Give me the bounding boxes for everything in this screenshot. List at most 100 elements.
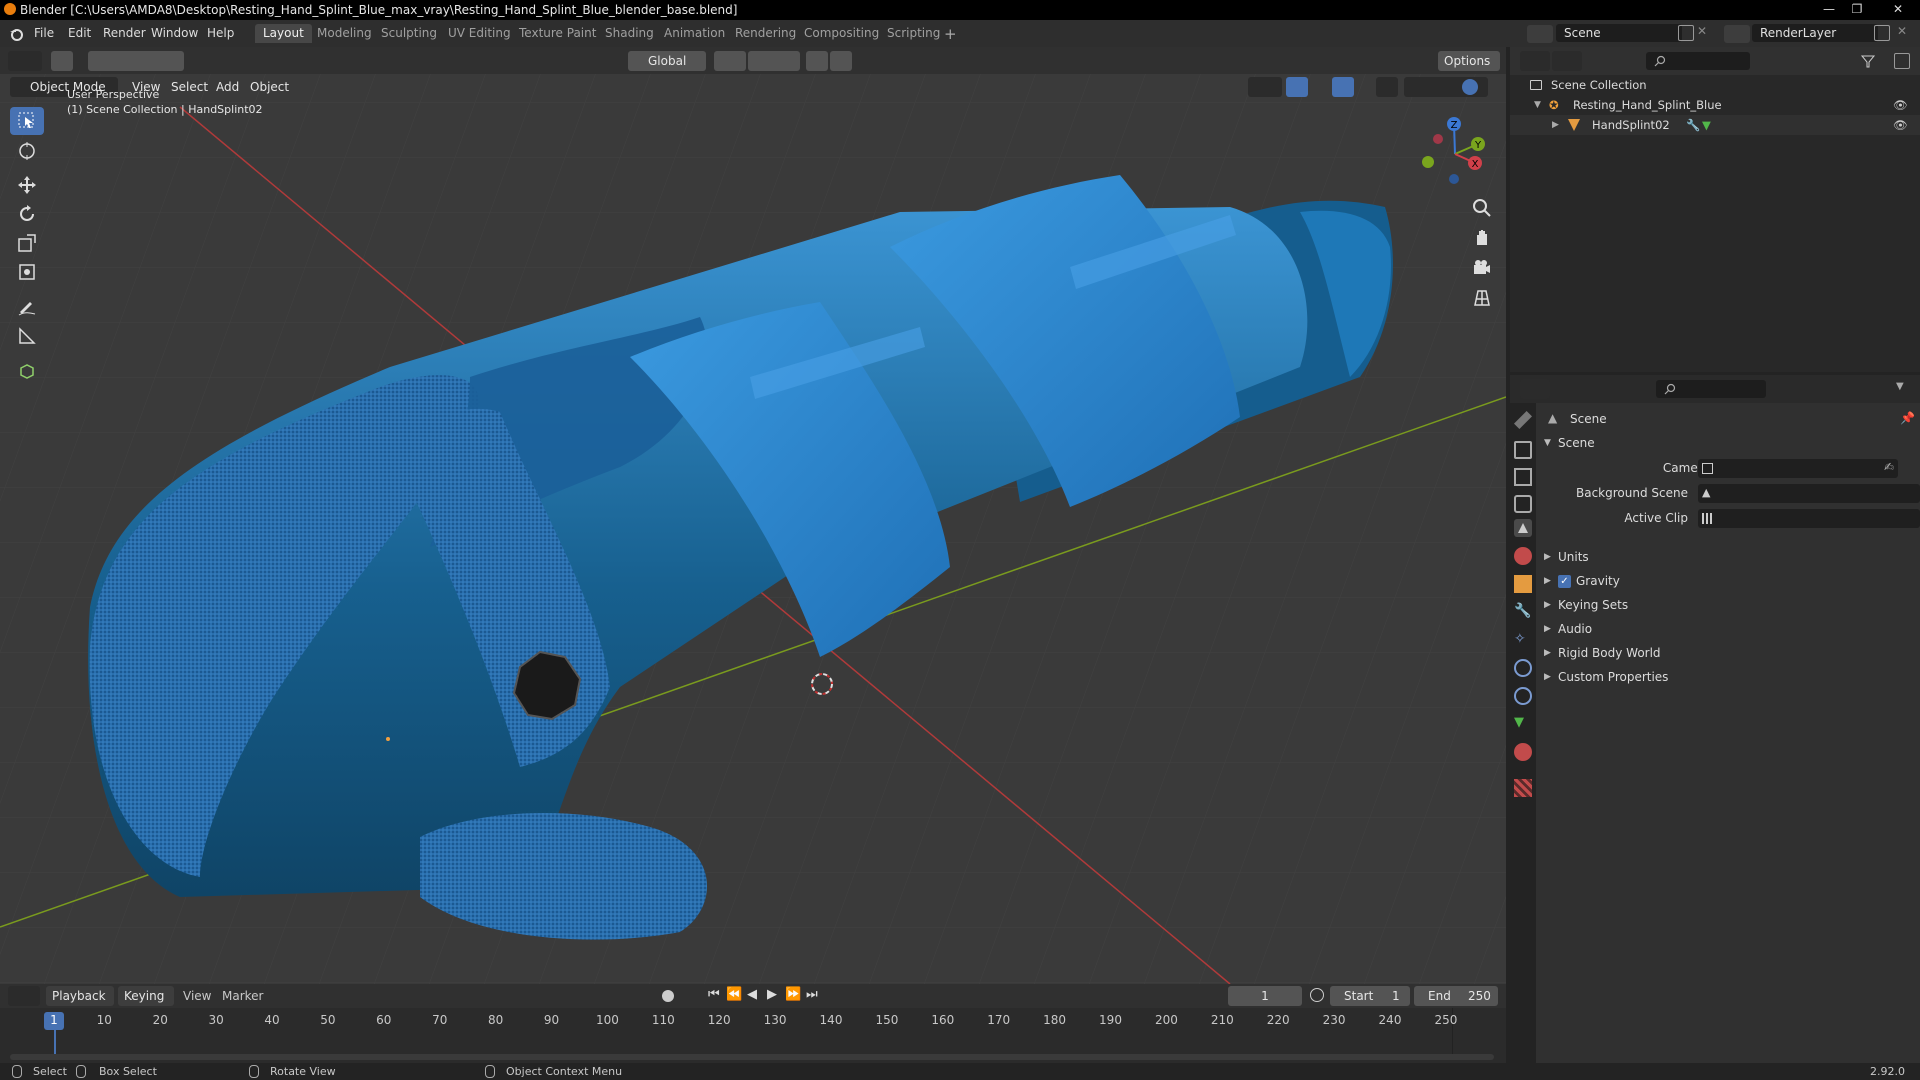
- tab-compositing[interactable]: Compositing: [796, 24, 887, 43]
- camera-view-icon[interactable]: [1469, 255, 1495, 281]
- units-panel[interactable]: Units: [1558, 550, 1589, 564]
- modifier-tab-icon[interactable]: 🔧: [1514, 603, 1532, 621]
- pivot-point-icon[interactable]: [714, 51, 746, 71]
- move-tool[interactable]: [10, 171, 44, 199]
- timeline-editor-type-icon[interactable]: [8, 986, 40, 1006]
- timeline-view-menu[interactable]: View: [183, 989, 211, 1003]
- keying-menu[interactable]: Keying: [118, 986, 174, 1006]
- playback-menu[interactable]: Playback: [46, 986, 114, 1006]
- tab-rendering[interactable]: Rendering: [727, 24, 804, 43]
- display-mode-icon[interactable]: [1552, 51, 1582, 71]
- maximize-button[interactable]: ❐: [1844, 0, 1870, 18]
- scene-browse-icon[interactable]: [1527, 25, 1553, 43]
- measure-tool[interactable]: [10, 322, 44, 350]
- filter-icon[interactable]: [1860, 53, 1884, 69]
- material-tab-icon[interactable]: [1514, 743, 1532, 761]
- material-preview-icon[interactable]: [1462, 79, 1478, 95]
- gravity-panel[interactable]: Gravity: [1576, 574, 1620, 588]
- expand-arrow-icon[interactable]: ▶: [1544, 552, 1551, 562]
- tab-scripting[interactable]: Scripting: [879, 24, 948, 43]
- snap-icon[interactable]: [748, 51, 800, 71]
- audio-panel[interactable]: Audio: [1558, 622, 1592, 636]
- eyedropper-icon[interactable]: ✍: [1884, 460, 1894, 474]
- gizmo-neg-x-icon[interactable]: [1433, 134, 1443, 144]
- overlay-toggle-icon[interactable]: [1332, 77, 1354, 97]
- constraints-tab-icon[interactable]: [1514, 687, 1532, 705]
- menu-edit[interactable]: Edit: [68, 26, 91, 40]
- delete-view-layer-icon[interactable]: ✕: [1897, 24, 1907, 38]
- scale-tool[interactable]: [10, 229, 44, 257]
- expand-arrow-icon[interactable]: ▶: [1544, 648, 1551, 658]
- add-menu[interactable]: Add: [216, 80, 239, 94]
- cursor-tool[interactable]: [10, 137, 44, 165]
- scene-name-field[interactable]: Scene: [1556, 24, 1682, 42]
- physics-tab-icon[interactable]: [1514, 659, 1532, 677]
- tab-shading[interactable]: Shading: [597, 24, 662, 43]
- camera-field[interactable]: ✍: [1698, 459, 1898, 478]
- tab-layout[interactable]: Layout: [255, 24, 312, 43]
- properties-search-input[interactable]: [1656, 380, 1766, 398]
- expand-arrow-icon[interactable]: ▶: [1544, 672, 1551, 682]
- view-layer-browse-icon[interactable]: [1724, 25, 1750, 43]
- gizmo-neg-y-icon[interactable]: [1422, 156, 1434, 168]
- rotate-tool[interactable]: [10, 200, 44, 228]
- output-tab-icon[interactable]: [1514, 468, 1532, 486]
- particles-tab-icon[interactable]: ✧: [1514, 631, 1532, 649]
- menu-file[interactable]: File: [34, 26, 54, 40]
- selection-mode-buttons[interactable]: [88, 51, 184, 71]
- gizmo-neg-z-icon[interactable]: [1449, 174, 1459, 184]
- transform-tool[interactable]: [10, 258, 44, 286]
- pan-hand-icon[interactable]: [1469, 225, 1495, 251]
- timeline-scrollbar[interactable]: [10, 1054, 1494, 1060]
- jump-start-icon[interactable]: ⏮: [708, 987, 720, 1002]
- rigid-body-world-panel[interactable]: Rigid Body World: [1558, 646, 1661, 660]
- perspective-toggle-icon[interactable]: [1469, 285, 1495, 311]
- active-tool-icon[interactable]: [51, 51, 73, 71]
- menu-render[interactable]: Render: [103, 26, 146, 40]
- object-menu[interactable]: Object: [250, 80, 289, 94]
- close-button[interactable]: ✕: [1880, 0, 1916, 18]
- 3d-viewport[interactable]: Global Options Object Mode View Select A…: [0, 47, 1506, 984]
- mesh-data-icon[interactable]: ▼: [1702, 115, 1711, 135]
- outliner-item-mesh[interactable]: ▶ HandSplint02 🔧 ▼ 👁: [1510, 115, 1920, 135]
- current-frame-field[interactable]: 1: [1228, 986, 1302, 1006]
- view-layer-tab-icon[interactable]: [1514, 495, 1532, 513]
- navigation-gizmo[interactable]: Z Y X: [1420, 109, 1500, 189]
- panel-collapse-icon[interactable]: ▼: [1544, 438, 1551, 448]
- outliner-root-row[interactable]: Scene Collection: [1510, 75, 1920, 95]
- world-tab-icon[interactable]: [1514, 547, 1532, 565]
- end-frame-field[interactable]: End 250: [1414, 986, 1498, 1006]
- new-scene-icon[interactable]: [1678, 25, 1694, 41]
- texture-tab-icon[interactable]: [1514, 779, 1532, 797]
- eye-icon[interactable]: 👁: [1893, 95, 1908, 115]
- jump-keyframe-forward-icon[interactable]: ⏩: [785, 987, 801, 1002]
- record-icon[interactable]: [662, 990, 674, 1002]
- start-frame-field[interactable]: Start 1: [1330, 986, 1410, 1006]
- menu-help[interactable]: Help: [207, 26, 234, 40]
- delete-scene-icon[interactable]: ✕: [1697, 24, 1707, 38]
- keying-sets-panel[interactable]: Keying Sets: [1558, 598, 1628, 612]
- render-tab-icon[interactable]: [1514, 441, 1532, 459]
- visibility-icon[interactable]: [1248, 77, 1282, 97]
- tool-tab-icon[interactable]: [1514, 411, 1532, 429]
- jump-keyframe-back-icon[interactable]: ⏪: [726, 987, 742, 1002]
- timeline-ruler[interactable]: 1 10 20 30 40 50 60 70 80 90 100 110 120 130 140 150 160…: [0, 1008, 1506, 1063]
- marker-menu[interactable]: Marker: [222, 989, 263, 1003]
- blender-menu-icon[interactable]: [8, 26, 24, 42]
- expand-arrow-icon[interactable]: ▶: [1544, 624, 1551, 634]
- outliner-search-input[interactable]: [1646, 52, 1750, 70]
- gizmo-toggle-icon[interactable]: [1286, 77, 1308, 97]
- scene-panel-title[interactable]: Scene: [1558, 436, 1595, 450]
- modifier-wrench-icon[interactable]: 🔧: [1686, 115, 1700, 135]
- falloff-icon[interactable]: [830, 51, 852, 71]
- tab-animation[interactable]: Animation: [656, 24, 733, 43]
- new-collection-icon[interactable]: [1894, 53, 1910, 69]
- select-menu[interactable]: Select: [171, 80, 208, 94]
- gravity-checkbox[interactable]: ✓: [1558, 575, 1571, 588]
- transform-orientation-dropdown[interactable]: Global: [628, 51, 706, 71]
- shading-mode-buttons[interactable]: [1404, 77, 1488, 97]
- active-clip-field[interactable]: [1698, 509, 1920, 528]
- select-box-tool[interactable]: [10, 107, 44, 135]
- expand-arrow-icon[interactable]: ▶: [1552, 115, 1559, 135]
- zoom-icon[interactable]: [1469, 195, 1495, 221]
